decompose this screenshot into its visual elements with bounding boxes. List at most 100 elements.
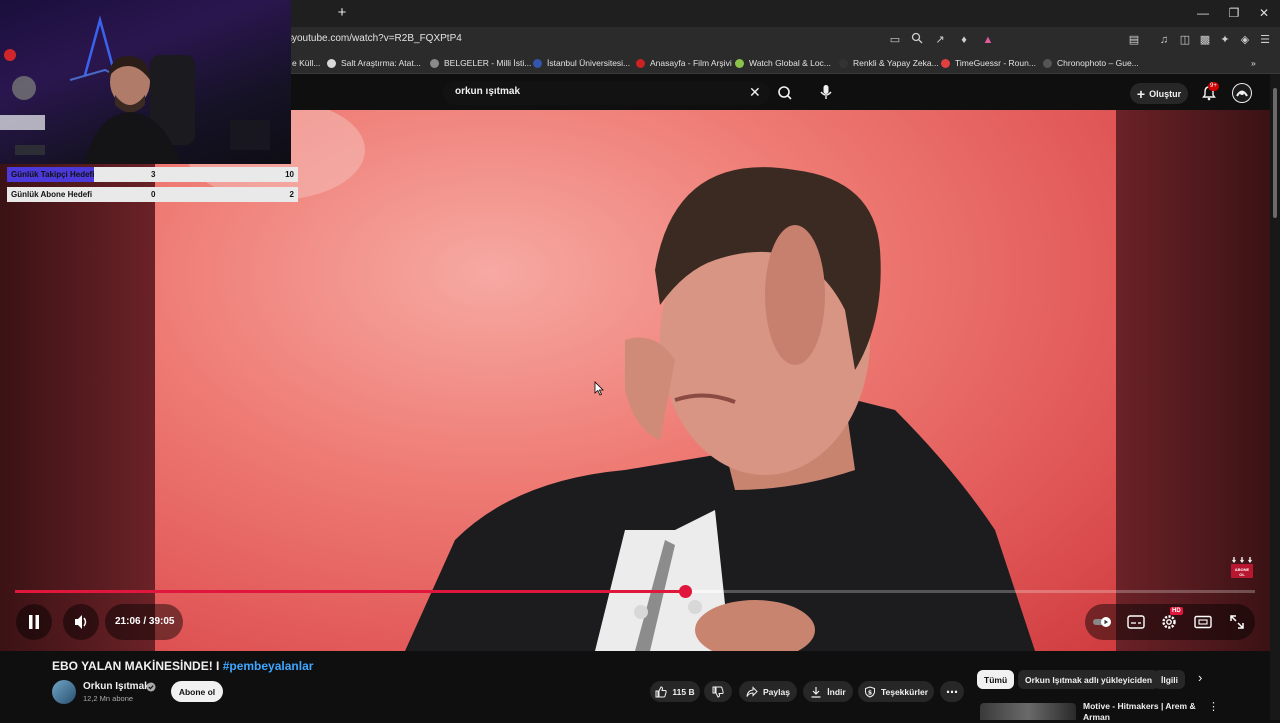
more-actions-button[interactable]: ⋯ (940, 681, 964, 702)
search-button[interactable] (772, 81, 798, 105)
music-icon[interactable]: ♫ (1156, 32, 1172, 48)
svg-text:$: $ (868, 689, 872, 696)
fullscreen-icon (1230, 615, 1244, 629)
minimize-button[interactable]: — (1188, 4, 1218, 22)
like-button[interactable]: 115 B (650, 681, 700, 702)
bookmark-item[interactable]: Renkli & Yapay Zeka... (839, 56, 939, 71)
download-button[interactable]: İndir (803, 681, 853, 702)
sidebar-toggle-icon[interactable]: ▤ (1126, 32, 1142, 48)
share-button[interactable]: Paylaş (739, 681, 797, 702)
pause-icon (29, 615, 39, 629)
voice-search-button[interactable] (814, 80, 838, 104)
goal-label: Günlük Takipçi Hedefi (11, 170, 95, 179)
hashtag-link[interactable]: #pembeyalanlar (223, 659, 314, 673)
fullscreen-button[interactable] (1228, 613, 1246, 631)
bookmark-item[interactable]: e Küll... (292, 56, 320, 71)
bookmark-item[interactable]: İstanbul Üniversitesi... (533, 56, 630, 71)
leo-ai-icon[interactable]: ✦ (1217, 32, 1233, 48)
account-avatar[interactable] (1232, 83, 1252, 103)
bookmark-favicon (636, 59, 645, 68)
bookmarks-overflow-icon[interactable]: » (1251, 56, 1256, 71)
webcam-image (0, 15, 270, 164)
goal-current: 0 (151, 190, 156, 199)
bookmark-favicon (533, 59, 542, 68)
reading-list-icon[interactable]: ◫ (1177, 32, 1193, 48)
current-time: 21:06 (115, 616, 141, 627)
mute-button[interactable] (63, 604, 99, 640)
gear-icon (1162, 615, 1176, 629)
thumbs-down-icon (712, 686, 724, 698)
recommendation-menu-icon[interactable]: ⋮ (1208, 700, 1219, 713)
chip-from-uploader[interactable]: Orkun Işıtmak adlı yükleyiciden (1018, 670, 1160, 689)
video-title: EBO YALAN MAKİNESİNDE! I #pembeyalanlar (52, 659, 313, 673)
chip-all[interactable]: Tümü (977, 670, 1015, 689)
mouse-cursor-icon (594, 381, 604, 396)
goal-row-subscribers: Günlük Abone Hedefi 0 2 (7, 187, 298, 202)
restore-button[interactable]: ❐ (1219, 4, 1249, 22)
bookmark-item[interactable]: BELGELER - Milli İsti... (430, 56, 531, 71)
goal-max: 10 (285, 170, 294, 179)
video-content-image (185, 110, 1035, 651)
duration: 39:05 (148, 616, 175, 627)
cast-icon[interactable]: ▭ (887, 32, 903, 48)
new-tab-button[interactable]: + (334, 4, 350, 21)
webcam-overlay (0, 0, 291, 164)
progress-bar[interactable] (15, 585, 1255, 598)
bookmark-item[interactable]: Chronophoto – Gue... (1043, 56, 1139, 71)
close-window-button[interactable]: ✕ (1249, 4, 1279, 22)
url-field[interactable]: youtube.com/watch?v=R2B_FQXPtP4 (292, 33, 462, 44)
subscribe-watermark[interactable]: ABONE OL (1230, 555, 1254, 579)
share-label: Paylaş (763, 686, 790, 697)
video-details: EBO YALAN MAKİNESİNDE! I #pembeyalanlar … (0, 651, 1280, 722)
bookmark-favicon (327, 59, 336, 68)
goal-max: 2 (289, 190, 294, 199)
microphone-icon (820, 85, 832, 99)
dislike-button[interactable] (704, 681, 732, 702)
subtitles-icon (1127, 615, 1145, 629)
progress-scrubber[interactable] (678, 585, 692, 598)
share-icon (746, 685, 758, 697)
bookmark-favicon (1043, 59, 1052, 68)
create-label: Oluştur (1149, 88, 1182, 99)
channel-name[interactable]: Orkun Işıtmak (83, 681, 150, 692)
clear-search-icon[interactable]: ✕ (749, 84, 761, 101)
create-button[interactable]: + Oluştur (1130, 83, 1188, 104)
thanks-button[interactable]: $ Teşekkürler (858, 681, 934, 702)
video-frame[interactable] (155, 110, 1116, 651)
bookmark-item[interactable]: Anasayfa - Film Arşivi (636, 56, 732, 71)
recommendation-thumbnail[interactable] (980, 703, 1076, 720)
download-label: İndir (827, 686, 846, 697)
autoplay-toggle-icon (1093, 617, 1111, 627)
chip-related[interactable]: İlgili (1154, 670, 1185, 689)
share-page-icon[interactable]: ↗ (932, 32, 948, 48)
brave-shield-icon[interactable]: ♦ (956, 32, 972, 48)
autoplay-toggle[interactable] (1092, 615, 1114, 629)
subscriber-count: 12,2 Mn abone (83, 694, 134, 703)
settings-button[interactable] (1160, 613, 1178, 631)
stream-goals-panel: Günlük Takipçi Hedefi 3 10 Günlük Abone … (7, 167, 298, 207)
wallet-icon[interactable]: ▩ (1197, 32, 1213, 48)
menu-icon[interactable]: ☰ (1257, 32, 1273, 48)
bookmark-item[interactable]: Watch Global & Loc... (735, 56, 831, 71)
page-scrollbar[interactable] (1270, 74, 1280, 720)
channel-avatar[interactable] (52, 680, 76, 704)
rewards-icon[interactable]: ▲ (980, 32, 996, 48)
search-query[interactable]: orkun ışıtmak (455, 86, 520, 97)
verified-badge-icon (146, 682, 156, 692)
bookmark-item[interactable]: Salt Araştırma: Atat... (327, 56, 421, 71)
vpn-icon[interactable]: ◈ (1237, 32, 1253, 48)
zoom-icon[interactable] (909, 32, 925, 48)
goal-row-followers: Günlük Takipçi Hedefi 3 10 (7, 167, 298, 182)
subtitles-button[interactable] (1127, 615, 1145, 629)
scrollbar-thumb[interactable] (1273, 88, 1277, 218)
chips-next-icon[interactable]: › (1198, 670, 1202, 685)
play-pause-button[interactable] (16, 604, 52, 640)
hd-badge: HD (1170, 607, 1183, 615)
download-icon (811, 686, 821, 698)
time-separator: / (140, 616, 149, 627)
notification-badge: 9+ (1208, 82, 1219, 91)
search-input[interactable]: orkun ışıtmak ✕ (443, 81, 770, 105)
theater-mode-button[interactable] (1194, 615, 1212, 629)
subscribe-button[interactable]: Abone ol (171, 681, 223, 702)
bookmark-item[interactable]: TimeGuessr - Roun... (941, 56, 1036, 71)
